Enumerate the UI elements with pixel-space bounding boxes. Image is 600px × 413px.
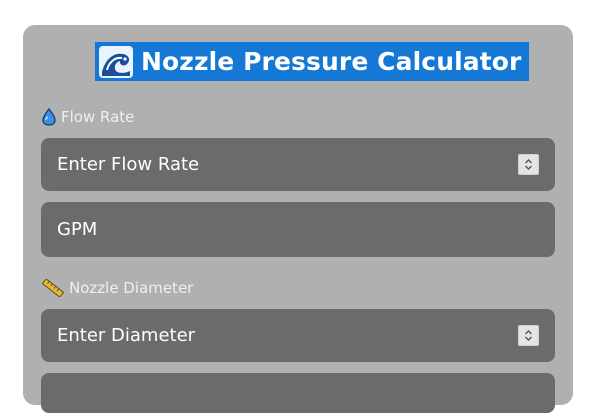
nozzle-diameter-label-text: Nozzle Diameter	[69, 279, 194, 297]
flow-unit-select[interactable]: GPM	[41, 202, 555, 257]
droplet-icon	[42, 108, 56, 126]
flow-rate-label-text: Flow Rate	[61, 108, 135, 126]
flow-rate-label: Flow Rate	[42, 108, 134, 126]
nozzle-diameter-label: Nozzle Diameter	[42, 279, 193, 297]
flow-rate-input[interactable]: Enter Flow Rate	[41, 138, 555, 191]
flow-unit-value: GPM	[57, 219, 98, 240]
flow-rate-stepper[interactable]	[518, 154, 539, 175]
ruler-icon	[42, 279, 64, 297]
wave-icon	[99, 45, 133, 78]
nozzle-diameter-placeholder: Enter Diameter	[57, 325, 196, 346]
page-title: Nozzle Pressure Calculator	[95, 42, 530, 81]
nozzle-diameter-stepper[interactable]	[518, 325, 539, 346]
title-text: Nozzle Pressure Calculator	[141, 47, 522, 76]
spinner-arrows-icon	[525, 159, 532, 170]
nozzle-diameter-input[interactable]: Enter Diameter	[41, 309, 555, 362]
flow-rate-placeholder: Enter Flow Rate	[57, 154, 200, 175]
diameter-unit-select[interactable]	[41, 373, 555, 413]
spinner-arrows-icon	[525, 330, 532, 341]
